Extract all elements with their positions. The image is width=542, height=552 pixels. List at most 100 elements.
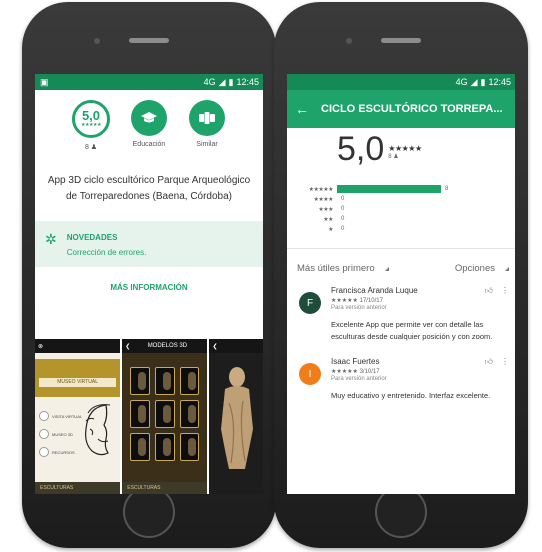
options-dropdown[interactable]: Opciones — [455, 263, 509, 274]
screenshots-strip[interactable]: ⊗ MUSEO VIRTUAL VISITA VIRTUAL MUSEO 3D … — [35, 339, 263, 494]
network-label: 4G — [203, 77, 216, 87]
thumbs-up-icon[interactable]: 👍︎ — [485, 286, 493, 296]
histogram-row: ★★★★ 0 — [301, 194, 515, 204]
review-text: Muy educativo y entretenido. Interfaz ex… — [331, 391, 491, 400]
museum-title: MUSEO VIRTUAL — [39, 378, 117, 387]
gallery-icon: ▣ — [40, 76, 49, 87]
book-icon — [39, 447, 49, 457]
screenshot-header: ❮ — [209, 339, 263, 353]
screenshot-header: ❮ MODELOS 3D — [122, 339, 208, 353]
news-title: NOVEDADES — [66, 233, 118, 242]
rating-count: 8 ♟ — [84, 144, 98, 151]
screenshot-footer: ESCULTURAS — [35, 482, 121, 494]
news-body: Corrección de errores. — [66, 248, 147, 257]
review-text: Excelente App que permite ver con detall… — [331, 320, 493, 341]
screenshot-modelos[interactable]: ❮ MODELOS 3D ESCULTURAS — [122, 339, 208, 494]
histogram-count: 0 — [341, 196, 345, 202]
app-bar: ← CICLO ESCULTÓRICO TORREPA... — [287, 90, 515, 128]
modelos-title: MODELOS 3D — [147, 343, 188, 349]
status-bar: 4G ◢ ▮ 12:45 — [287, 74, 515, 90]
back-arrow-icon[interactable]: ← — [295, 101, 309, 117]
rating-count: 8 ♟ — [388, 154, 399, 160]
category-label: Educación — [132, 141, 166, 148]
sort-dropdown[interactable]: Más útiles primero — [297, 263, 389, 274]
reviewer-name: Francisca Aranda Luque — [331, 286, 418, 295]
sort-row: Más útiles primero Opciones — [287, 249, 515, 274]
status-bar: ▣ 4G ◢ ▮ 12:45 — [35, 74, 263, 90]
signal-icon: ◢ — [218, 76, 226, 87]
screenshot-museo[interactable]: ⊗ MUSEO VIRTUAL VISITA VIRTUAL MUSEO 3D … — [35, 339, 121, 494]
menu-item-label: MUSEO 3D — [52, 431, 73, 437]
review-meta: ★★★★★ 17/10/17 — [331, 297, 418, 304]
histogram-stars: ★ — [328, 226, 333, 233]
clock: 12:45 — [488, 77, 511, 87]
histogram-row: ★ 0 — [301, 224, 515, 234]
similar-apps-icon — [189, 100, 225, 136]
screenshot-header: ⊗ — [35, 339, 121, 353]
model-thumb — [154, 433, 175, 461]
more-info-button[interactable]: MÁS INFORMACIÓN — [35, 283, 263, 292]
avatar: I — [299, 363, 321, 385]
review-item: I Isaac Fuertes ★★★★★ 3/10/17 Para versi… — [287, 357, 515, 402]
histogram-count: 0 — [341, 206, 345, 212]
model-thumb — [154, 400, 175, 428]
footer-label: ESCULTURAS — [127, 485, 161, 491]
model-thumb — [154, 367, 175, 395]
sort-label: Más útiles primero — [297, 263, 375, 274]
more-options-icon[interactable]: ⋮ — [501, 357, 509, 367]
thumbs-up-icon[interactable]: 👍︎ — [485, 357, 493, 367]
rating-stars: ★★★★★ — [81, 122, 101, 128]
review-meta: ★★★★★ 3/10/17 — [331, 368, 387, 375]
screenshot-statue[interactable]: ❮ — [209, 339, 263, 494]
histogram-row: ★★★★★ 8 — [301, 184, 515, 194]
rating-badge: 5,0 ★★★★★ — [72, 100, 110, 138]
rating-value: 5,0 — [337, 130, 385, 168]
rating-summary: 5,0 ★★★★★ 8 ♟ — [337, 132, 515, 166]
histogram-bar — [337, 185, 441, 193]
dropdown-arrow-icon — [384, 267, 389, 271]
screenshot-footer: ESCULTURAS — [122, 482, 208, 494]
review-version: Para versión anterior — [331, 305, 387, 311]
similar-label: Similar — [196, 141, 218, 148]
phone-left: ▣ 4G ◢ ▮ 12:45 5,0 ★★★★★ 8 ♟ Educación S… — [22, 2, 276, 548]
menu-item-label: RECURSOS — [52, 449, 75, 455]
more-options-icon[interactable]: ⋮ — [501, 286, 509, 296]
signal-icon: ◢ — [470, 76, 478, 87]
rating-stat[interactable]: 5,0 ★★★★★ 8 ♟ — [71, 100, 111, 151]
rating-histogram: ★★★★★ 8 ★★★★ 0 ★★★ 0 ★★ 0 ★ 0 — [301, 184, 515, 234]
model-thumb — [130, 367, 150, 395]
close-icon: ⊗ — [38, 343, 44, 350]
histogram-row: ★★★ 0 — [301, 204, 515, 214]
screen-right: 4G ◢ ▮ 12:45 ← CICLO ESCULTÓRICO TORREPA… — [287, 74, 515, 494]
app-stats-row: 5,0 ★★★★★ 8 ♟ Educación Similar — [35, 100, 263, 151]
avatar: F — [299, 292, 321, 314]
screen-left: ▣ 4G ◢ ▮ 12:45 5,0 ★★★★★ 8 ♟ Educación S… — [35, 74, 263, 494]
phone-speaker — [129, 38, 169, 43]
model-thumb — [179, 367, 200, 395]
app-title: CICLO ESCULTÓRICO TORREPA... — [321, 103, 503, 115]
news-section: ✲ NOVEDADES Corrección de errores. — [35, 221, 263, 267]
statue-image — [221, 367, 254, 469]
app-description: App 3D ciclo escultórico Parque Arqueoló… — [47, 175, 251, 202]
reviewer-name: Isaac Fuertes — [331, 357, 380, 366]
footer-label: ESCULTURAS — [40, 485, 74, 491]
options-label: Opciones — [454, 263, 495, 274]
battery-icon: ▮ — [228, 76, 234, 87]
phone-speaker — [381, 38, 421, 43]
rating-value: 5,0 — [81, 108, 101, 123]
model-thumb — [179, 433, 200, 461]
back-arrow-icon: ❮ — [212, 343, 218, 350]
network-label: 4G — [455, 77, 468, 87]
phone-right: 4G ◢ ▮ 12:45 ← CICLO ESCULTÓRICO TORREPA… — [274, 2, 528, 548]
model-thumb — [130, 400, 150, 428]
review-stars: ★★★★★ — [331, 369, 358, 375]
rating-stars: ★★★★★ — [388, 144, 422, 153]
histogram-count: 8 — [445, 186, 449, 192]
graduation-cap-icon — [131, 100, 167, 136]
cube-icon — [39, 429, 49, 439]
review-item: F Francisca Aranda Luque ★★★★★ 17/10/17 … — [287, 286, 515, 343]
review-date: 17/10/17 — [359, 298, 383, 304]
battery-icon: ▮ — [480, 76, 486, 87]
category-stat[interactable]: Educación — [129, 100, 169, 151]
similar-stat[interactable]: Similar — [187, 100, 227, 151]
